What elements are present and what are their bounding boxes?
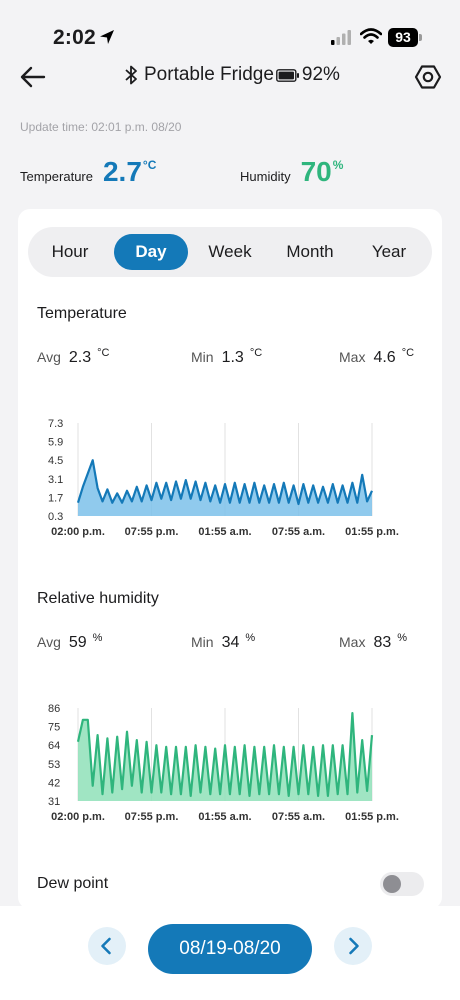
location-arrow-icon [100, 30, 114, 44]
wifi-icon [360, 28, 382, 44]
y-tick-label: 42 [48, 777, 60, 789]
settings-icon[interactable] [414, 63, 442, 91]
chevron-right-icon [349, 937, 359, 955]
y-tick-label: 31 [48, 796, 60, 808]
phone-battery-indicator: 93 [388, 28, 418, 47]
y-tick-label: 0.3 [48, 511, 63, 523]
max-label: Max [339, 634, 366, 650]
tab-year[interactable]: Year [356, 234, 422, 270]
toggle-knob [383, 875, 401, 893]
x-tick-label: 07:55 p.m. [125, 811, 179, 823]
avg-unit: % [92, 632, 103, 644]
avg-value: 2.3 [68, 349, 92, 366]
min-value: 1.3 [221, 349, 244, 366]
humidity-avg: Avg 59 % [37, 632, 103, 652]
avg-label: Avg [37, 634, 61, 650]
signal-icon [331, 30, 351, 45]
battery-icon [276, 68, 299, 82]
x-tick-label: 02:00 p.m. [51, 811, 105, 823]
max-unit: °C [401, 347, 415, 359]
x-tick-label: 01:55 a.m. [198, 811, 251, 823]
dew-point-label: Dew point [37, 875, 109, 892]
min-label: Min [191, 634, 214, 650]
y-tick-label: 3.1 [48, 474, 63, 486]
temperature-value: 2.7 [102, 156, 142, 187]
humidity-value: 70 [300, 156, 332, 187]
min-unit: °C [249, 347, 263, 359]
previous-date-button[interactable] [88, 927, 126, 965]
x-tick-label: 01:55 p.m. [345, 526, 399, 538]
humidity-unit: % [332, 158, 344, 172]
x-tick-label: 07:55 a.m. [272, 811, 325, 823]
max-unit: % [397, 632, 408, 644]
y-tick-label: 64 [48, 740, 60, 752]
update-time: Update time: 02:01 p.m. 08/20 [20, 120, 182, 134]
avg-unit: °C [97, 347, 110, 359]
status-bar: 2:02 93 [0, 0, 460, 60]
temperature-label: Temperature [20, 169, 93, 184]
max-label: Max [339, 349, 366, 365]
date-range-button[interactable]: 08/19-08/20 [148, 924, 312, 974]
avg-value: 59 [68, 634, 87, 651]
temperature-min: Min 1.3 °C [191, 347, 263, 367]
back-arrow-icon[interactable] [18, 62, 48, 92]
x-tick-label: 02:00 p.m. [51, 526, 105, 538]
period-tabs: Hour Day Week Month Year [28, 227, 432, 277]
avg-label: Avg [37, 349, 61, 365]
x-tick-label: 07:55 p.m. [125, 526, 179, 538]
y-tick-label: 53 [48, 759, 60, 771]
tab-month[interactable]: Month [272, 234, 348, 270]
min-unit: % [245, 632, 256, 644]
current-temperature: Temperature 2.7 °C [20, 156, 156, 188]
temperature-chart: 7.3 5.9 4.5 3.1 1.7 0.3 02:00 p.m. 07:55 p.m. 01… [48, 418, 399, 538]
battery-tip [419, 34, 422, 41]
nav-bar: Portable Fridge 92% [0, 56, 460, 96]
y-tick-label: 86 [48, 703, 60, 715]
dew-point-toggle[interactable] [380, 872, 424, 896]
device-title: Portable Fridge 92% [124, 64, 340, 86]
temperature-section-title: Temperature [37, 305, 127, 322]
min-label: Min [191, 349, 214, 365]
temperature-max: Max 4.6 °C [339, 347, 415, 367]
tab-week[interactable]: Week [196, 234, 264, 270]
y-tick-label: 4.5 [48, 455, 63, 467]
x-tick-label: 07:55 a.m. [272, 526, 325, 538]
device-name: Portable Fridge [144, 64, 274, 85]
humidity-max: Max 83 % [339, 632, 408, 652]
next-date-button[interactable] [334, 927, 372, 965]
history-card: Hour Day Week Month Year Temperature Avg… [18, 209, 442, 909]
min-value: 34 [221, 634, 240, 651]
current-humidity: Humidity 70 % [240, 156, 343, 188]
chevron-left-icon [101, 937, 111, 955]
x-tick-label: 01:55 p.m. [345, 811, 399, 823]
tab-hour[interactable]: Hour [36, 234, 104, 270]
humidity-section-title: Relative humidity [37, 590, 159, 607]
bluetooth-icon [125, 65, 137, 85]
clock: 2:02 [53, 26, 96, 49]
max-value: 4.6 [373, 349, 396, 366]
y-tick-label: 5.9 [48, 437, 63, 449]
temperature-unit: °C [142, 158, 157, 172]
temperature-avg: Avg 2.3 °C [37, 347, 110, 367]
y-tick-label: 7.3 [48, 418, 63, 430]
max-value: 83 [373, 634, 392, 651]
y-tick-label: 1.7 [48, 492, 63, 504]
humidity-label: Humidity [240, 169, 291, 184]
x-tick-label: 01:55 a.m. [198, 526, 251, 538]
humidity-chart: 86 75 64 53 42 31 02:00 p.m. 07:55 p.m. 01:55 a.… [48, 703, 399, 823]
humidity-min: Min 34 % [191, 632, 256, 652]
tab-day[interactable]: Day [114, 234, 188, 270]
y-tick-label: 75 [48, 722, 60, 734]
device-battery-percent: 92% [301, 64, 340, 85]
